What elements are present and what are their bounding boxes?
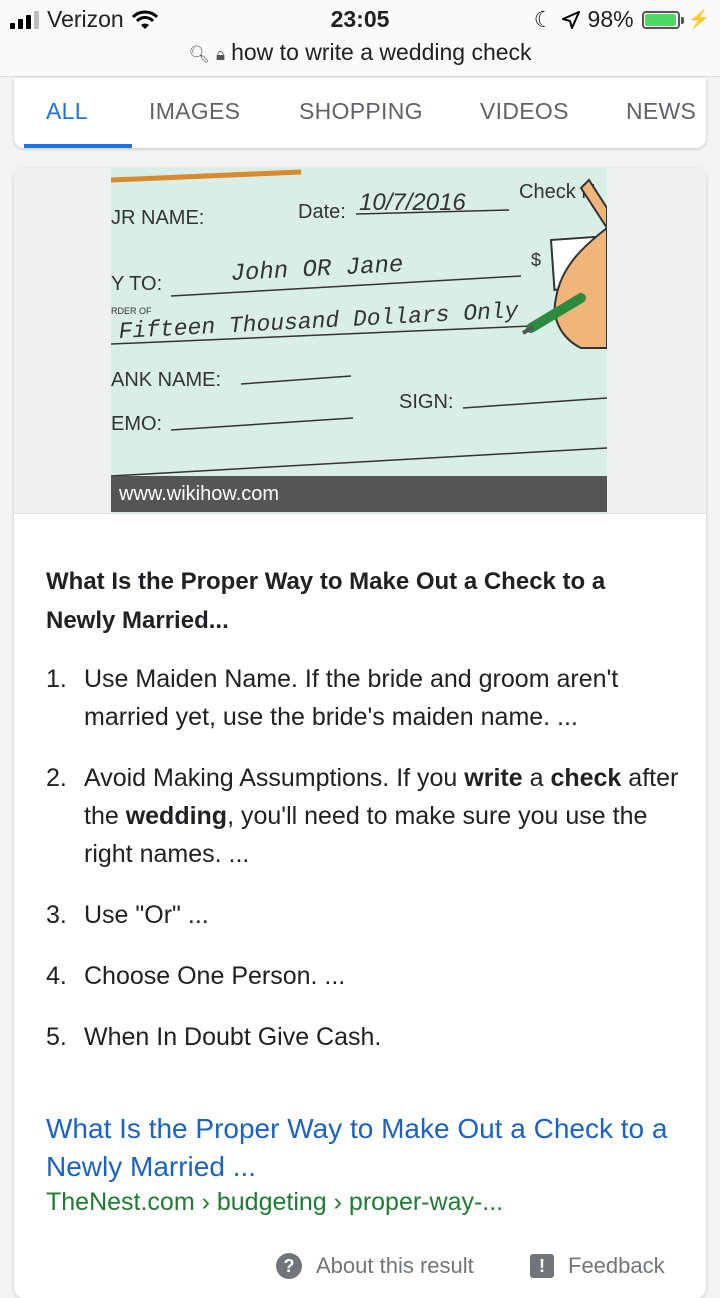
about-result-button[interactable]: ? About this result	[276, 1253, 474, 1279]
tab-images[interactable]: IMAGES	[149, 98, 240, 125]
battery-percent: 98%	[587, 6, 634, 32]
check-memo: EMO:	[111, 413, 162, 435]
status-bar: Verizon 23:05 ☾ 98% ⚡	[0, 0, 720, 40]
feedback-label: Feedback	[568, 1253, 665, 1278]
check-currency: $	[531, 250, 541, 270]
snippet-footer: ? About this result ! Feedback	[14, 1253, 706, 1293]
check-pay-to: Y TO:	[111, 273, 162, 295]
result-link[interactable]: What Is the Proper Way to Make Out a Che…	[46, 1110, 686, 1186]
check-date-label: Date:	[298, 201, 346, 223]
featured-snippet-card: JR NAME: Date: 10/7/2016 Check N Y TO: J…	[14, 168, 706, 1298]
feedback-button[interactable]: ! Feedback	[530, 1253, 665, 1279]
list-item: 5. When In Doubt Give Cash.	[46, 1023, 382, 1051]
active-tab-indicator	[24, 144, 132, 148]
about-label: About this result	[316, 1253, 474, 1278]
list-item: 1. Use Maiden Name. If the bride and groo…	[46, 665, 619, 731]
tab-all[interactable]: ALL	[46, 98, 88, 125]
status-right: ☾ 98% ⚡	[534, 6, 710, 33]
address-bar[interactable]: 🔍︎ 🔒︎ how to write a wedding check	[0, 40, 720, 77]
check-order-of: RDER OF	[111, 306, 152, 316]
tab-shopping[interactable]: SHOPPING	[299, 98, 423, 125]
tab-videos[interactable]: VIDEOS	[480, 98, 569, 125]
list-item: 3. Use "Or" ...	[46, 901, 209, 929]
featured-image[interactable]: JR NAME: Date: 10/7/2016 Check N Y TO: J…	[14, 168, 706, 514]
check-your-name: JR NAME:	[111, 207, 204, 229]
snippet-steps-list: 1. Use Maiden Name. If the bride and groo…	[46, 660, 686, 1079]
list-item: 4. Choose One Person. ...	[46, 962, 346, 990]
check-illustration: JR NAME: Date: 10/7/2016 Check N Y TO: J…	[111, 168, 607, 513]
tab-news[interactable]: NEWS	[626, 98, 696, 125]
battery-icon	[641, 10, 684, 29]
result-breadcrumb[interactable]: TheNest.com › budgeting › proper-way-...	[46, 1188, 503, 1217]
feedback-icon: !	[530, 1254, 554, 1278]
search-icon: 🔍︎	[188, 45, 211, 64]
help-icon: ?	[276, 1253, 302, 1279]
list-item: 2. Avoid Making Assumptions. If you write…	[46, 764, 679, 868]
lock-icon: 🔒︎	[216, 45, 226, 64]
search-tabs: ALL IMAGES SHOPPING VIDEOS NEWS	[14, 78, 706, 148]
check-sign: SIGN:	[399, 391, 453, 413]
snippet-title: What Is the Proper Way to Make Out a Che…	[46, 568, 606, 634]
url-text: how to write a wedding check	[231, 39, 532, 65]
charging-bolt-icon: ⚡	[687, 9, 710, 29]
moon-icon: ☾	[533, 6, 554, 32]
location-arrow-icon	[561, 10, 580, 29]
image-source-label: www.wikihow.com	[111, 476, 607, 512]
check-bank-name: ANK NAME:	[111, 369, 221, 391]
